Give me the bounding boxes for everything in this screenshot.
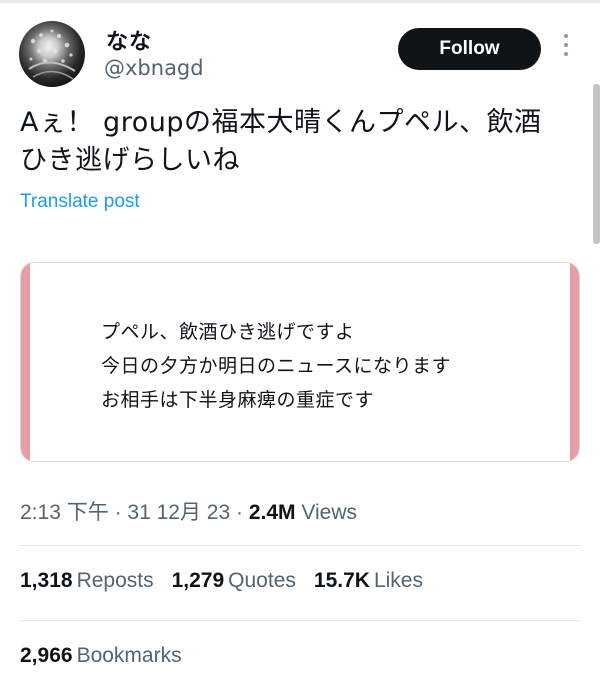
separator-dot: · (235, 501, 249, 524)
attached-image[interactable]: プペル、飲酒ひき逃げですよ 今日の夕方か明日のニュースになります お相手は下半身… (20, 262, 580, 462)
image-text-line: お相手は下半身麻痺の重症です (101, 389, 375, 411)
likes-label: Likes (373, 569, 423, 592)
separator-dot: · (114, 501, 128, 524)
views-label: Views (301, 501, 357, 524)
views-count: 2.4M (248, 501, 296, 524)
image-text-line: プペル、飲酒ひき逃げですよ (101, 321, 355, 343)
reposts-count: 1,318 (20, 569, 73, 592)
reposts-label: Reposts (76, 569, 154, 592)
bookmarks-label: Bookmarks (76, 644, 182, 667)
post-metadata: 2:13 下午 · 31 12月 23 · 2.4M Views (20, 496, 357, 526)
quotes-count: 1,279 (171, 569, 225, 592)
post-date[interactable]: 31 12月 23 (127, 501, 230, 524)
top-divider (0, 0, 600, 3)
quotes-label: Quotes (228, 569, 296, 592)
divider (20, 620, 580, 621)
image-text-line: 今日の夕方か明日のニュースになります (101, 355, 452, 377)
bookmarks-stat[interactable]: 2,966 Bookmarks (20, 644, 182, 668)
tweet-text: Aぇ！ groupの福本大晴くんプペル、飲酒 ひき逃げらしいね (20, 104, 580, 180)
author-display-name[interactable]: なな (106, 24, 152, 56)
likes-stat[interactable]: 15.7K Likes (314, 569, 423, 592)
scrollbar[interactable] (593, 84, 600, 244)
avatar-pattern-icon (28, 29, 76, 80)
likes-count: 15.7K (313, 569, 370, 592)
avatar[interactable] (19, 21, 85, 87)
image-text: プペル、飲酒ひき逃げですよ 今日の夕方か明日のニュースになります お相手は下半身… (101, 315, 451, 417)
quotes-stat[interactable]: 1,279 Quotes (172, 569, 296, 592)
author-handle[interactable]: @xbnagd (104, 56, 204, 80)
tweet-text-line: Aぇ！ groupの福本大晴くんプペル、飲酒 (20, 107, 542, 138)
translate-post-link[interactable]: Translate post (20, 191, 140, 213)
follow-button[interactable]: Follow (398, 28, 541, 70)
reposts-stat[interactable]: 1,318 Reposts (20, 569, 154, 592)
bookmarks-count: 2,966 (20, 644, 73, 667)
post-time[interactable]: 2:13 下午 (20, 501, 109, 524)
tweet-text-line: ひき逃げらしいね (20, 145, 240, 176)
divider (20, 545, 580, 546)
vertical-ellipsis-icon[interactable] (560, 34, 572, 62)
engagement-stats: 1,318 Reposts 1,279 Quotes 15.7K Likes (20, 569, 441, 593)
